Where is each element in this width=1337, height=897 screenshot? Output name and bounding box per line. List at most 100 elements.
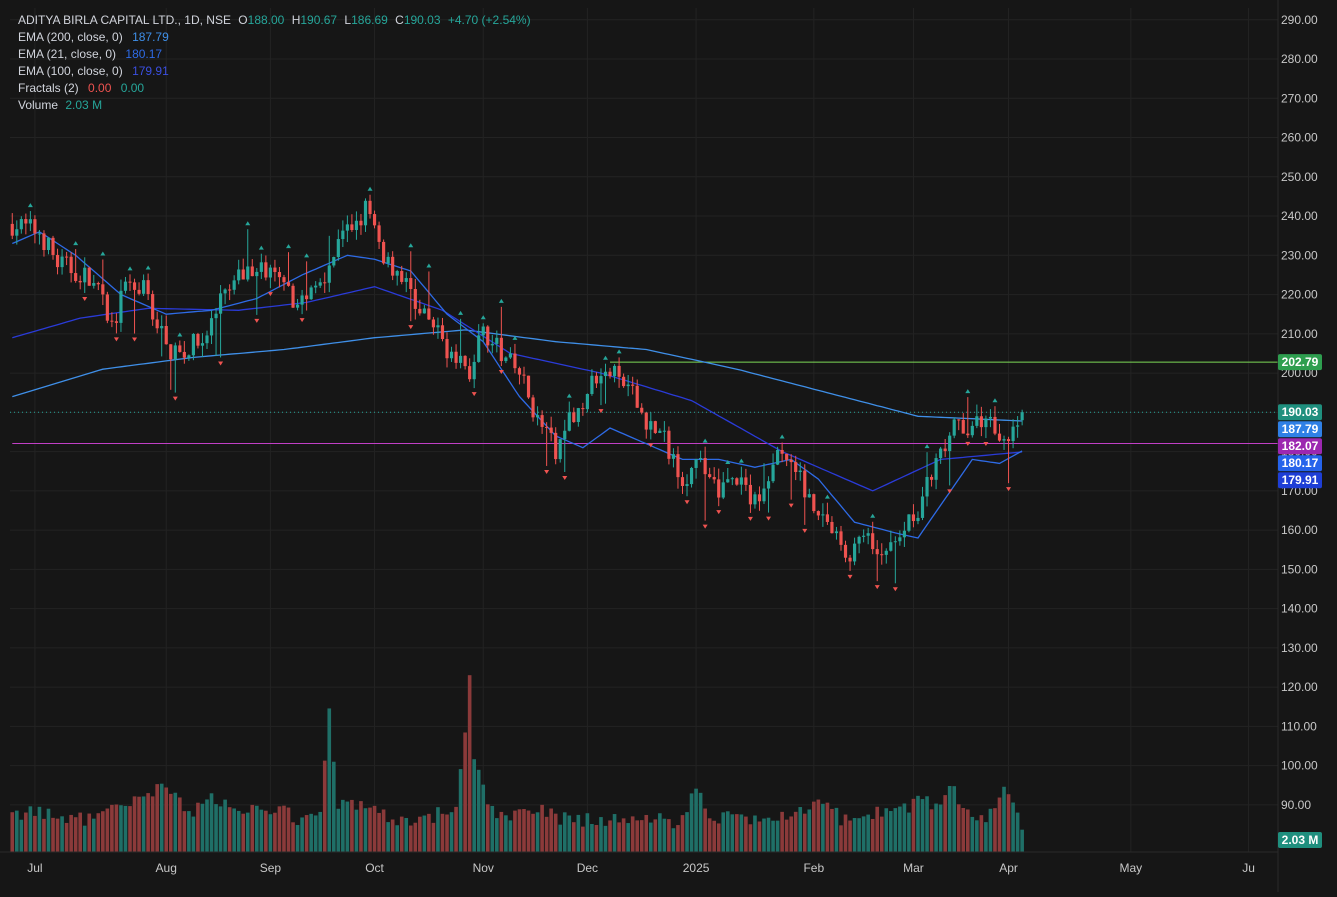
volume-bar <box>259 809 264 852</box>
candle-body <box>594 375 599 384</box>
volume-bar <box>703 808 707 852</box>
candle-body <box>889 542 893 551</box>
volume-bar <box>843 814 848 852</box>
volume-bar <box>1015 812 1020 852</box>
candle-body <box>653 421 657 433</box>
candle-body <box>114 321 119 323</box>
legend-fractals-row[interactable]: Fractals (2) 0.00 0.00 <box>18 80 531 97</box>
candle-body <box>237 269 241 281</box>
candle-body <box>427 308 431 320</box>
volume-bar <box>839 825 843 852</box>
candle-body <box>735 478 739 485</box>
candle-body <box>137 289 141 294</box>
volume-bar <box>218 806 223 852</box>
volume-bar <box>816 799 821 852</box>
volume-bar <box>902 803 907 852</box>
volume-bar <box>857 818 861 852</box>
candle-body <box>1006 439 1011 442</box>
candle-body <box>1002 439 1006 441</box>
volume-bar <box>888 811 893 852</box>
candle-body <box>852 543 857 562</box>
volume-bar <box>621 818 626 852</box>
candle-body <box>612 365 617 377</box>
candle-body <box>780 449 784 454</box>
candle-body <box>957 419 961 421</box>
candle-body <box>676 454 680 478</box>
candle-body <box>205 335 209 344</box>
candle-body <box>359 220 363 226</box>
candle-body <box>717 479 721 498</box>
volume-bar <box>359 801 363 852</box>
price-tick-label: 150.00 <box>1281 562 1318 576</box>
candle-body <box>776 449 780 465</box>
volume-bar <box>10 812 15 852</box>
candle-body <box>96 283 100 285</box>
candle-body <box>545 426 549 428</box>
volume-bar <box>182 811 187 852</box>
volume-bar <box>513 810 517 852</box>
candle-body <box>323 282 327 284</box>
legend-ema200-row[interactable]: EMA (200, close, 0) 187.79 <box>18 29 531 46</box>
candle-body <box>871 533 875 550</box>
candle-body <box>87 267 91 286</box>
volume-bar <box>975 820 979 852</box>
volume-bar <box>721 812 726 852</box>
volume-bar <box>938 804 943 852</box>
symbol-title[interactable]: ADITYA BIRLA CAPITAL LTD., 1D, NSE <box>18 13 231 27</box>
candlestick-chart[interactable]: 90.00 100.00 110.00 120.00 130.00 140.00 150.0… <box>0 0 1337 892</box>
time-tick-label: Nov <box>473 861 494 875</box>
volume-bar <box>304 815 309 852</box>
volume-bar <box>567 815 572 852</box>
volume-bar <box>454 806 458 852</box>
legend-ema21-row[interactable]: EMA (21, close, 0) 180.17 <box>18 46 531 63</box>
legend-volume-row[interactable]: Volume 2.03 M <box>18 97 531 114</box>
volume-bar <box>150 796 155 852</box>
candle-body <box>164 326 168 345</box>
volume-bar <box>209 793 214 852</box>
volume-bar <box>884 808 889 852</box>
candle-body <box>771 464 775 482</box>
candle-body <box>422 308 426 314</box>
volume-bar <box>404 817 409 852</box>
candle-body <box>477 335 481 362</box>
candle-body <box>975 416 979 426</box>
volume-bar <box>576 814 581 852</box>
volume-bar <box>870 818 875 852</box>
volume-bar <box>694 788 698 852</box>
chart-area[interactable]: 90.00 100.00 110.00 120.00 130.00 140.00 150.0… <box>0 0 1337 892</box>
fractals-label: Fractals (2) <box>18 81 79 95</box>
candle-body <box>173 345 177 360</box>
volume-bar <box>667 819 671 852</box>
volume-bar <box>744 816 748 852</box>
volume-bar <box>630 816 635 852</box>
candle-body <box>241 269 245 280</box>
candle-body <box>925 476 929 497</box>
candle-body <box>119 290 123 323</box>
volume-bar <box>603 825 608 852</box>
legend-ohlc-row[interactable]: ADITYA BIRLA CAPITAL LTD., 1D, NSE O188.… <box>18 12 531 29</box>
volume-bar <box>1002 786 1006 852</box>
time-tick-label: Oct <box>365 861 384 875</box>
candle-body <box>404 278 408 282</box>
candle-body <box>680 477 685 486</box>
candle-body <box>196 333 200 346</box>
volume-bar <box>37 806 42 852</box>
volume-bar <box>671 828 676 852</box>
candle-body <box>934 458 938 480</box>
volume-bar <box>594 824 599 852</box>
volume-bar <box>137 796 141 852</box>
volume-bar <box>748 824 753 852</box>
close-value: 190.03 <box>403 13 441 27</box>
candle-body <box>730 478 734 480</box>
candle-body <box>232 280 236 290</box>
time-tick-label: Sep <box>260 861 282 875</box>
candle-body <box>1016 425 1020 427</box>
legend-ema100-row[interactable]: EMA (100, close, 0) 179.91 <box>18 63 531 80</box>
candle-body <box>979 416 983 428</box>
volume-bar <box>911 798 916 852</box>
candle-body <box>662 430 666 432</box>
volume-bar <box>499 811 504 852</box>
volume-bar <box>544 816 549 852</box>
volume-bar <box>431 822 436 852</box>
candle-body <box>472 361 476 380</box>
